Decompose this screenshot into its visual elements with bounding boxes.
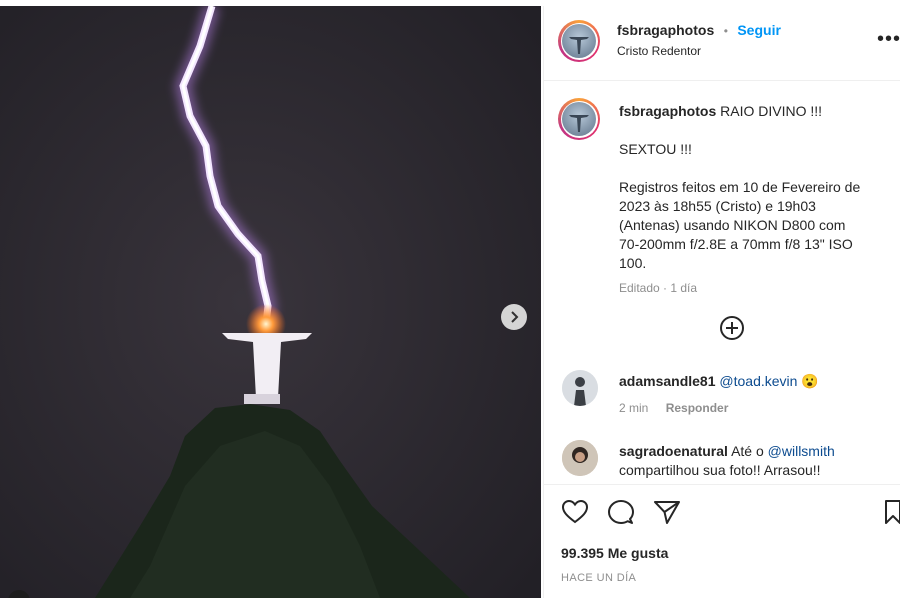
- comment-text: Até o: [731, 443, 764, 459]
- more-options-button[interactable]: •••: [877, 28, 900, 51]
- caption-body-line: (Antenas) usando NIKON D800 com: [619, 217, 846, 233]
- comment-item: sagradoenatural Até o @willsmith compart…: [619, 442, 894, 480]
- comment-icon: [608, 500, 634, 524]
- caption-body-line: 70-200mm f/2.8E a 70mm f/8 13" ISO: [619, 236, 853, 252]
- post-header: fsbragaphotos • Seguir Cristo Redentor •…: [544, 6, 900, 81]
- comment-mention[interactable]: @willsmith: [768, 443, 835, 459]
- statue-thumbnail-icon: [569, 37, 589, 54]
- likes-count[interactable]: 99.395 Me gusta: [561, 545, 668, 561]
- caption-body: Registros feitos em 10 de Fevereiro de 2…: [619, 178, 894, 273]
- comment-mention[interactable]: @toad.kevin: [719, 373, 797, 389]
- post-side-panel: fsbragaphotos • Seguir Cristo Redentor •…: [543, 6, 900, 598]
- post-photo[interactable]: [0, 6, 541, 598]
- commenter-avatar[interactable]: [562, 370, 598, 406]
- more-icon: •••: [876, 28, 900, 50]
- person-icon: [562, 440, 598, 476]
- caption-body-line: Registros feitos em 10 de Fevereiro de: [619, 179, 861, 195]
- comment-meta: 2 min Responder: [619, 399, 894, 418]
- post-actions: 99.395 Me gusta HACE UN DÍA: [544, 484, 900, 598]
- next-photo-button[interactable]: [501, 304, 527, 330]
- commenter-avatar[interactable]: [562, 440, 598, 476]
- caption-body-line: 2023 às 18h55 (Cristo) e 19h03: [619, 198, 816, 214]
- separator-dot: •: [723, 24, 728, 38]
- author-avatar[interactable]: [558, 20, 600, 62]
- header-title-row: fsbragaphotos • Seguir: [617, 22, 781, 40]
- share-icon: [654, 501, 680, 524]
- caption-meta: Editado · 1 día: [619, 281, 698, 295]
- comment-emoji: 😮: [801, 373, 819, 389]
- save-button[interactable]: [884, 499, 900, 530]
- comment-username[interactable]: adamsandle81: [619, 373, 716, 389]
- caption-body-line: 100.: [619, 255, 647, 271]
- author-username[interactable]: fsbragaphotos: [617, 22, 714, 38]
- comment-item: adamsandle81 @toad.kevin 😮 2 min Respond…: [619, 372, 894, 418]
- lightning-photo: [0, 6, 541, 598]
- comment-text-continued: compartilhou sua foto!! Arrasou!!: [619, 462, 821, 478]
- add-comment-icon: [720, 316, 744, 340]
- caption-username[interactable]: fsbragaphotos: [619, 103, 716, 119]
- follow-button[interactable]: Seguir: [737, 22, 781, 38]
- post-caption: fsbragaphotos RAIO DIVINO !!! SEXTOU !!!…: [619, 102, 894, 298]
- like-button[interactable]: [561, 499, 589, 530]
- caption-line2: SEXTOU !!!: [619, 141, 692, 157]
- heart-icon: [561, 499, 589, 524]
- statue-thumbnail-icon: [569, 115, 589, 132]
- post-location[interactable]: Cristo Redentor: [617, 44, 701, 58]
- post-frame: fsbragaphotos • Seguir Cristo Redentor •…: [0, 6, 900, 598]
- comment-username[interactable]: sagradoenatural: [619, 443, 728, 459]
- reply-button[interactable]: Responder: [666, 401, 729, 415]
- post-date: HACE UN DÍA: [561, 572, 637, 584]
- comment-button[interactable]: [607, 499, 635, 530]
- person-icon: [562, 370, 598, 406]
- comment-time: 2 min: [619, 401, 649, 415]
- caption-avatar[interactable]: [558, 98, 600, 140]
- bookmark-icon: [885, 500, 900, 524]
- load-more-comments-button[interactable]: [719, 315, 745, 346]
- next-icon: [511, 311, 519, 323]
- share-button[interactable]: [653, 499, 681, 530]
- caption-title: RAIO DIVINO !!!: [720, 103, 823, 119]
